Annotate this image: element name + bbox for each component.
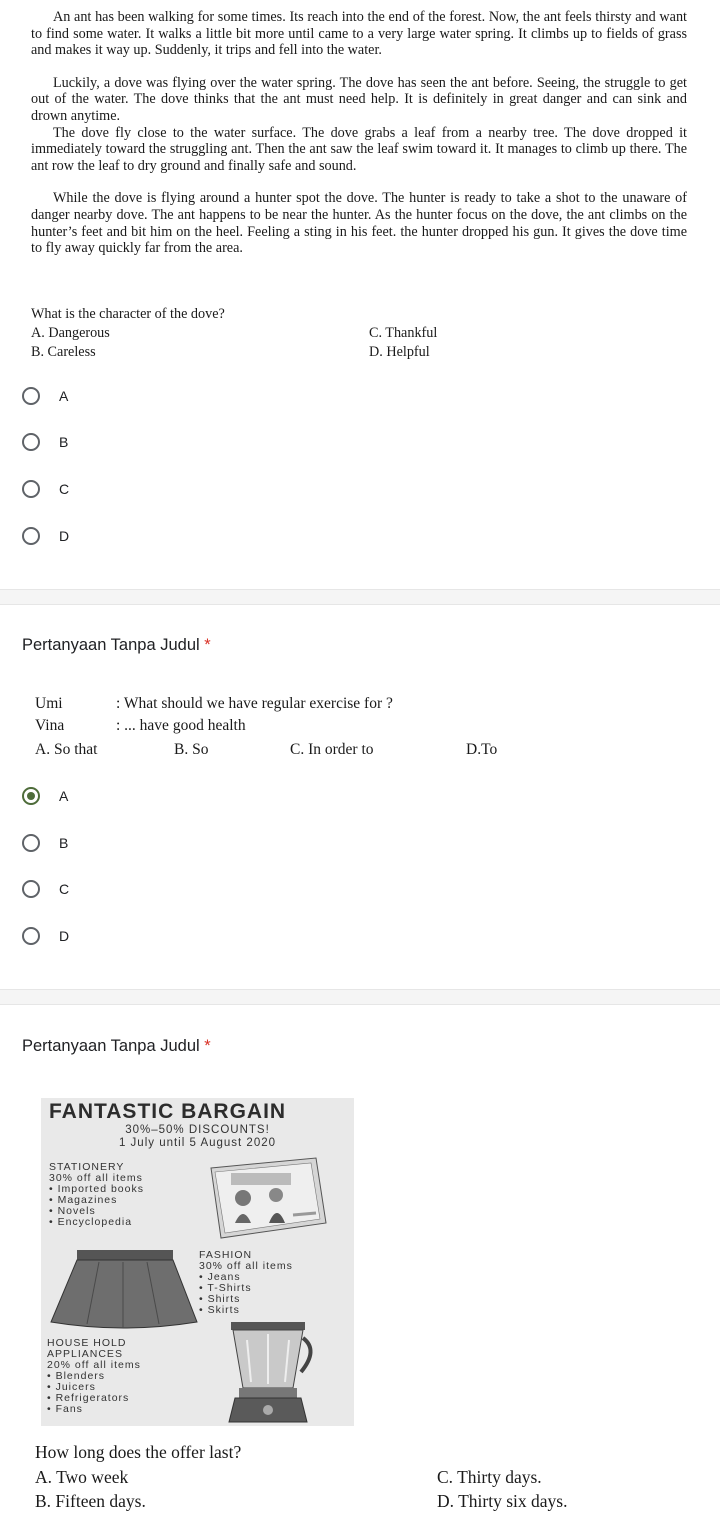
radio-button[interactable] [22,834,40,852]
question-1-text: What is the character of the dove? [31,306,225,322]
question-2-title: Pertanyaan Tanpa Judul * [22,636,211,655]
radio-button[interactable] [22,387,40,405]
choice-label: C [59,881,70,897]
skirt-illustration [50,1250,198,1329]
stationery-title: STATIONERY [49,1161,125,1173]
passage-paragraph-1: An ant has been walking for some times. … [31,9,687,59]
fashion-title: FASHION [199,1249,253,1261]
household-title: APPLIANCES [47,1348,123,1360]
question-2-choice-a[interactable]: A [22,784,68,808]
question-2-choice-b[interactable]: B [22,831,68,855]
poster-discount: 30%–50% DISCOUNTS! [125,1124,270,1136]
radio-button[interactable] [22,480,40,498]
choice-label: D [59,528,70,544]
blender-illustration [228,1322,313,1423]
question-1-option-b-text: B. Careless [31,344,96,360]
magazine-illustration [210,1157,327,1239]
question-2-option-c-text: C. In order to [290,741,374,758]
household-item: • Fans [47,1403,83,1415]
question-1-option-a-text: A. Dangerous [31,325,110,341]
dialog-speaker-2: Vina [35,717,65,734]
question-1-choice-c[interactable]: C [22,477,69,501]
radio-button-selected[interactable] [22,787,40,805]
dialog-line-2: : ... have good health [116,717,246,734]
household-title: HOUSE HOLD [47,1337,127,1349]
choice-label: A [59,388,69,404]
choice-label: D [59,928,70,944]
stationery-item: • Encyclopedia [49,1216,133,1228]
question-1-choice-a[interactable]: A [22,384,68,408]
household-item: • Refrigerators [47,1392,130,1404]
question-title-text: Pertanyaan Tanpa Judul [22,1037,200,1055]
stationery-item: • Imported books [49,1183,144,1195]
question-1-choice-b[interactable]: B [22,430,68,454]
question-3-option-a-text: A. Two week [35,1467,129,1487]
choice-label: B [59,835,69,851]
stationery-offer: 30% off all items [49,1172,143,1184]
fashion-offer: 30% off all items [199,1260,293,1272]
radio-button[interactable] [22,433,40,451]
choice-label: B [59,434,69,450]
household-item: • Juicers [47,1381,96,1393]
question-3-option-b-text: B. Fifteen days. [35,1491,146,1511]
choice-label: C [59,481,70,497]
required-asterisk: * [204,1037,211,1055]
question-2-option-a-text: A. So that [35,741,98,758]
question-3-text: How long does the offer last? [35,1442,242,1462]
question-2-choice-c[interactable]: C [22,877,69,901]
poster-heading: FANTASTIC BARGAIN [49,1100,287,1123]
stationery-item: • Novels [49,1205,96,1217]
question-3-title: Pertanyaan Tanpa Judul * [22,1037,211,1056]
radio-button[interactable] [22,880,40,898]
choice-label: A [59,788,69,804]
poster-dates: 1 July until 5 August 2020 [118,1137,277,1149]
fashion-item: • Jeans [199,1271,241,1283]
question-1-choice-d[interactable]: D [22,524,69,548]
dialog-speaker-1: Umi [35,695,63,712]
radio-button[interactable] [22,927,40,945]
question-3-option-d-text: D. Thirty six days. [437,1491,568,1511]
passage-paragraph-3: The dove fly close to the water surface.… [31,124,687,174]
fashion-item: • Shirts [199,1293,241,1305]
household-item: • Blenders [47,1370,106,1382]
question-3-option-c-text: C. Thirty days. [437,1467,542,1487]
passage-paragraph-4: While the dove is flying around a hunter… [31,190,687,257]
advertisement-poster: FANTASTIC BARGAIN 30%–50% DISCOUNTS! 1 J… [41,1098,354,1426]
question-2-choice-d[interactable]: D [22,924,69,948]
question-title-text: Pertanyaan Tanpa Judul [22,636,200,654]
radio-button[interactable] [22,527,40,545]
question-1-option-c-text: C. Thankful [369,325,438,341]
household-offer: 20% off all items [47,1359,141,1371]
required-asterisk: * [204,636,211,654]
question-2-option-b-text: B. So [174,741,209,758]
fashion-item: • T-Shirts [199,1282,252,1294]
question-1-passage: An ant has been walking for some times. … [31,9,687,257]
section-divider [0,989,720,1005]
section-divider [0,589,720,605]
stationery-item: • Magazines [49,1194,118,1206]
fashion-item: • Skirts [199,1304,240,1316]
dialog-line-1: : What should we have regular exercise f… [116,695,393,712]
question-1-option-d-text: D. Helpful [369,344,430,360]
passage-paragraph-2: Luckily, a dove was flying over the wate… [31,74,687,124]
question-2-option-d-text: D.To [466,741,498,758]
